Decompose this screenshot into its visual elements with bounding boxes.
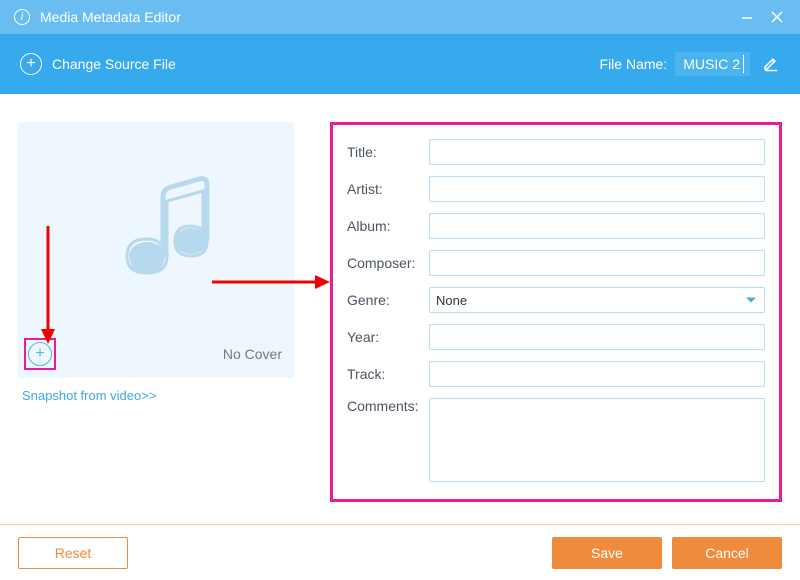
edit-icon[interactable] (762, 54, 780, 75)
genre-label: Genre: (347, 292, 429, 308)
cover-pane: + No Cover Snapshot from video>> (18, 122, 310, 502)
artist-input[interactable] (429, 176, 765, 202)
metadata-form: Title: Artist: Album: Composer: Genre: N… (330, 122, 782, 502)
footer: Reset Save Cancel (0, 524, 800, 580)
album-label: Album: (347, 218, 429, 234)
chevron-down-icon (746, 298, 756, 303)
add-cover-button[interactable]: + (24, 338, 56, 370)
music-note-icon (91, 161, 221, 291)
toolbar: + Change Source File File Name: MUSIC 2 (0, 34, 800, 94)
cover-box: + No Cover (18, 122, 294, 378)
genre-select[interactable]: None (429, 287, 765, 313)
track-label: Track: (347, 366, 429, 382)
composer-label: Composer: (347, 255, 429, 271)
file-name-value[interactable]: MUSIC 2 (675, 52, 750, 76)
file-name-label: File Name: (600, 56, 668, 72)
composer-input[interactable] (429, 250, 765, 276)
cover-footer: + No Cover (18, 330, 294, 378)
title-bar: i Media Metadata Editor (0, 0, 800, 34)
artist-label: Artist: (347, 181, 429, 197)
cancel-button[interactable]: Cancel (672, 537, 782, 569)
year-input[interactable] (429, 324, 765, 350)
title-label: Title: (347, 144, 429, 160)
title-input[interactable] (429, 139, 765, 165)
year-label: Year: (347, 329, 429, 345)
album-input[interactable] (429, 213, 765, 239)
minimize-button[interactable] (732, 2, 762, 32)
change-source-button[interactable]: + Change Source File (20, 53, 176, 75)
plus-circle-icon: + (20, 53, 42, 75)
save-button[interactable]: Save (552, 537, 662, 569)
genre-value: None (436, 293, 467, 308)
main-content: + No Cover Snapshot from video>> Title: … (0, 94, 800, 512)
close-button[interactable] (762, 2, 792, 32)
window-title: Media Metadata Editor (40, 9, 732, 25)
track-input[interactable] (429, 361, 765, 387)
change-source-label: Change Source File (52, 56, 176, 72)
reset-button[interactable]: Reset (18, 537, 128, 569)
info-icon: i (14, 9, 30, 25)
cover-placeholder (18, 122, 294, 330)
plus-circle-icon: + (28, 342, 52, 366)
snapshot-link[interactable]: Snapshot from video>> (22, 388, 156, 403)
comments-label: Comments: (347, 398, 429, 414)
no-cover-label: No Cover (223, 346, 282, 362)
comments-input[interactable] (429, 398, 765, 482)
